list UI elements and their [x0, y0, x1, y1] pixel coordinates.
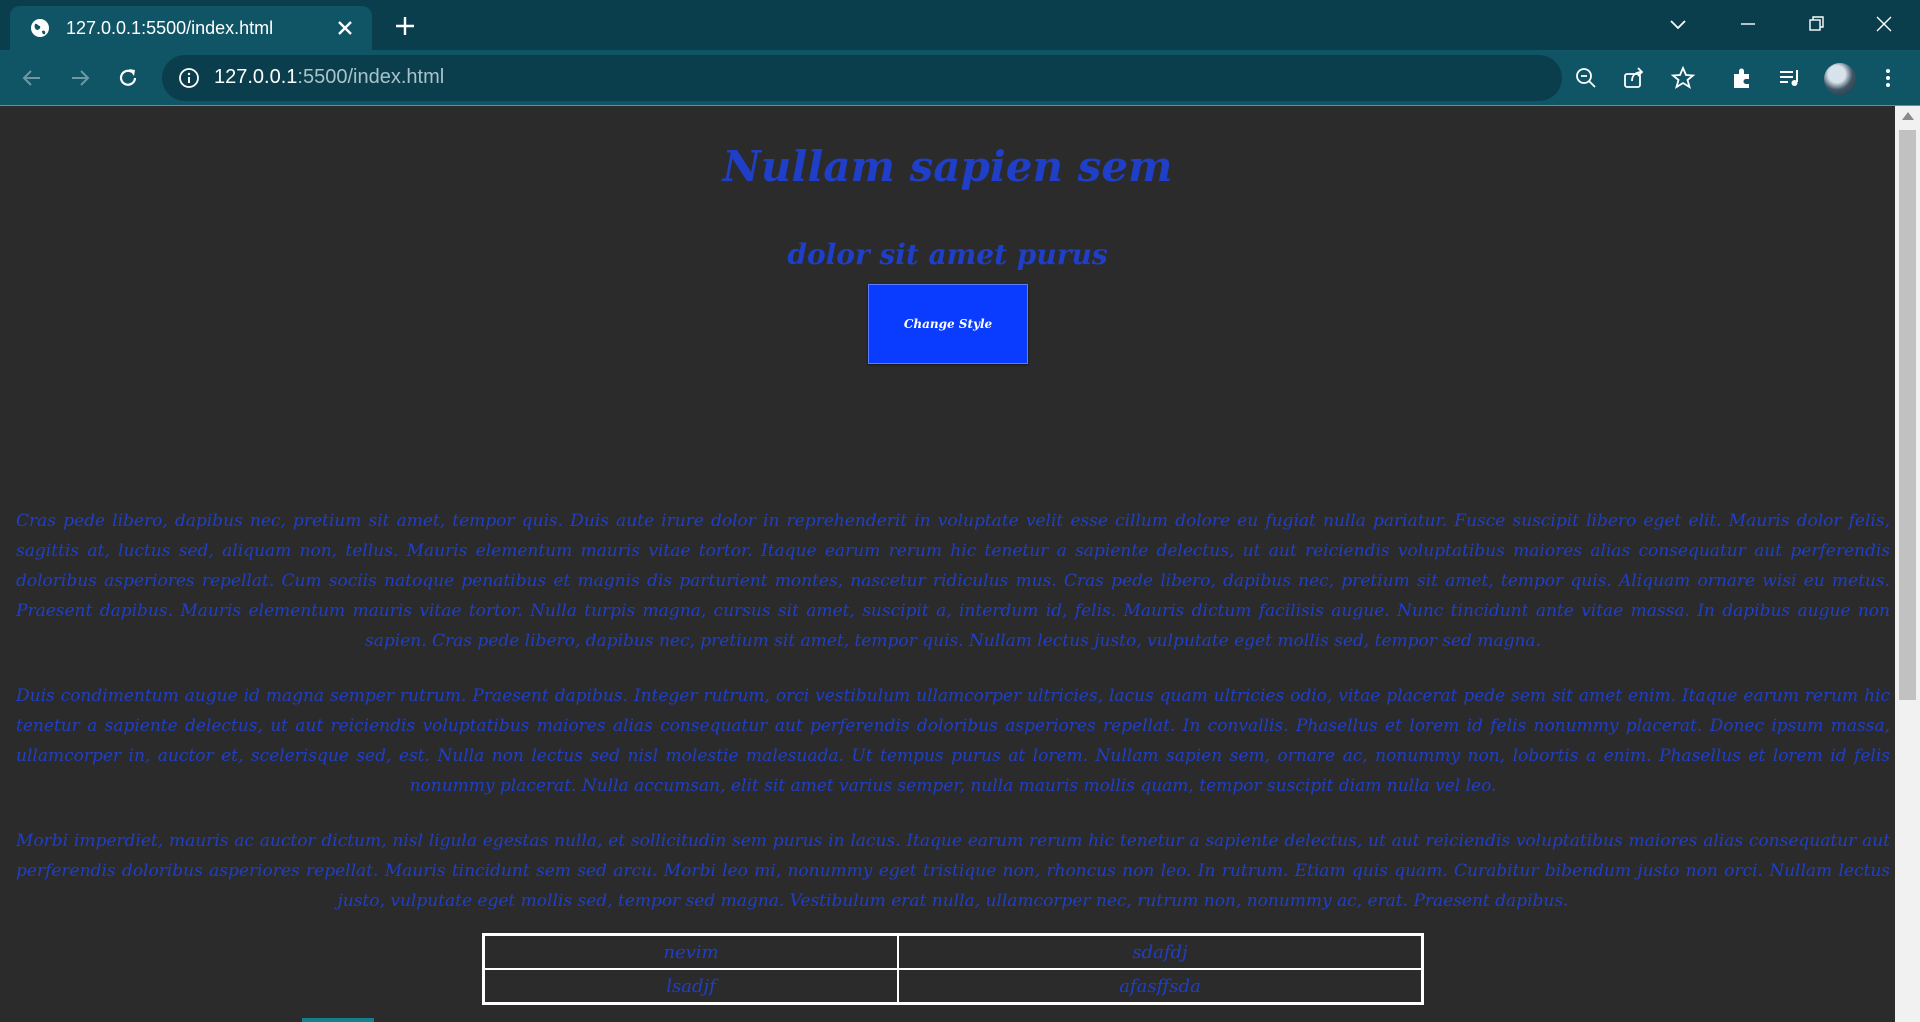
- page-viewport: Nullam sapien sem dolor sit amet purus C…: [0, 106, 1895, 1022]
- browser-toolbar: 127.0.0.1:5500/index.html: [0, 50, 1920, 106]
- close-tab-icon[interactable]: [334, 17, 356, 39]
- scroll-up-arrow-icon[interactable]: [1902, 112, 1914, 120]
- url-host: 127.0.0.1: [214, 66, 298, 88]
- tab-title: 127.0.0.1:5500/index.html: [66, 18, 274, 38]
- table-cell: nevim: [482, 933, 899, 970]
- data-table: nevim sdafdj lsadjf afasffsda: [482, 933, 1424, 1005]
- paragraph-2: Duis condimentum augue id magna semper r…: [16, 686, 1890, 796]
- forward-icon[interactable]: [66, 64, 94, 92]
- tab-strip: 127.0.0.1:5500/index.html: [0, 0, 1920, 50]
- share-icon[interactable]: [1620, 64, 1648, 92]
- vertical-scrollbar[interactable]: [1895, 106, 1920, 1022]
- table-cell: lsadjf: [482, 968, 899, 1005]
- minimize-icon[interactable]: [1734, 10, 1762, 38]
- page-title: Nullam sapien sem: [722, 142, 1173, 191]
- url-path: :5500/index.html: [297, 66, 445, 88]
- paragraph-3: Morbi imperdiet, mauris ac auctor dictum…: [16, 831, 1890, 911]
- paragraph-1: Cras pede libero, dapibus nec, pretium s…: [16, 511, 1890, 651]
- profile-avatar[interactable]: [1824, 63, 1856, 95]
- extensions-icon[interactable]: [1728, 64, 1756, 92]
- restore-icon[interactable]: [1802, 10, 1830, 38]
- new-tab-icon[interactable]: [392, 13, 418, 39]
- media-queue-icon[interactable]: [1776, 64, 1804, 92]
- table-cell: afasffsda: [897, 968, 1424, 1005]
- change-style-button[interactable]: Change Style: [868, 284, 1028, 364]
- url-text[interactable]: 127.0.0.1:5500/index.html: [214, 66, 444, 89]
- table-cell: sdafdj: [897, 933, 1424, 970]
- page-subtitle: dolor sit amet purus: [787, 238, 1108, 271]
- scroll-thumb[interactable]: [1899, 130, 1916, 700]
- chevron-down-icon[interactable]: [1666, 12, 1690, 36]
- back-icon[interactable]: [18, 64, 46, 92]
- address-bar[interactable]: 127.0.0.1:5500/index.html: [162, 55, 1596, 101]
- star-icon[interactable]: [1669, 64, 1697, 92]
- table-row: nevim sdafdj: [482, 933, 1424, 970]
- zoom-out-icon[interactable]: [1574, 66, 1598, 90]
- table-row: lsadjf afasffsda: [482, 968, 1424, 1005]
- menu-kebab-icon[interactable]: [1874, 64, 1902, 92]
- globe-icon: [31, 19, 49, 37]
- site-info-icon[interactable]: [178, 67, 200, 89]
- reload-icon[interactable]: [114, 64, 142, 92]
- window-close-icon[interactable]: [1870, 10, 1898, 38]
- browser-tab[interactable]: 127.0.0.1:5500/index.html: [10, 6, 372, 50]
- status-indicator: [302, 1018, 374, 1022]
